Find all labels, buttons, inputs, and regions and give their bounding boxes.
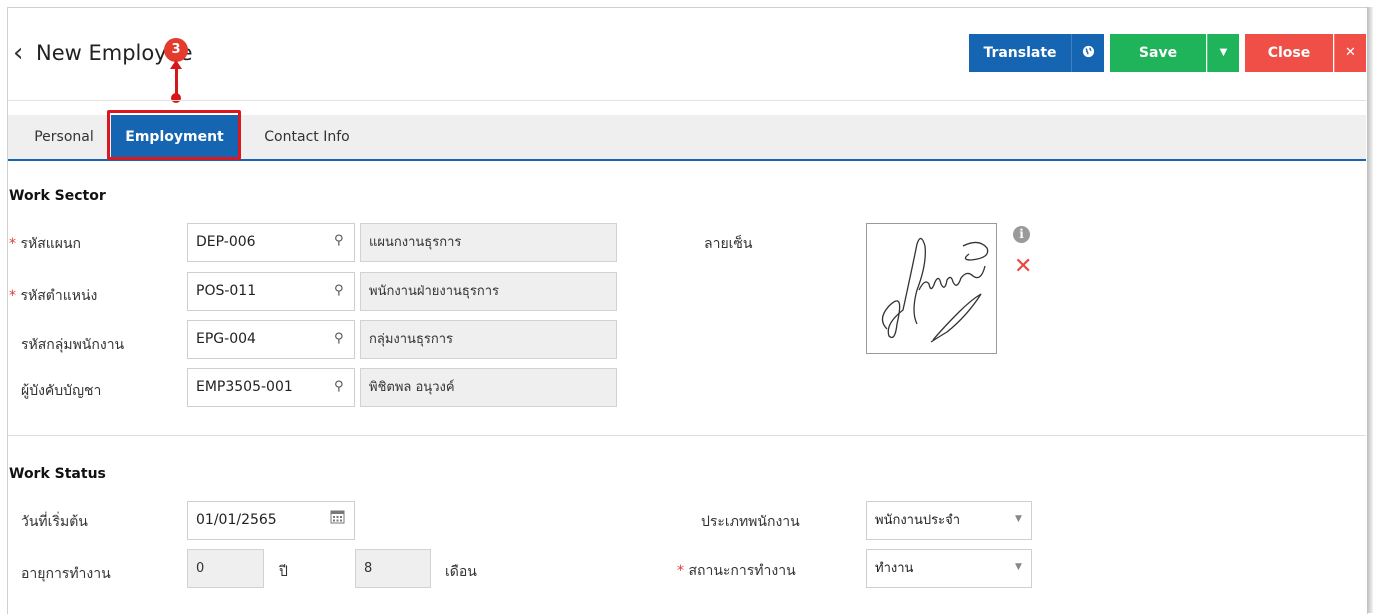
search-icon[interactable]: ⚲ bbox=[334, 233, 344, 248]
employee-type-select[interactable]: พนักงานประจำ bbox=[866, 501, 1032, 540]
employee-group-input[interactable]: EPG-004 bbox=[187, 320, 355, 359]
position-code-value: POS-011 bbox=[196, 283, 257, 299]
months-unit-label: เดือน bbox=[445, 564, 477, 580]
years-unit-label: ปี bbox=[279, 564, 288, 580]
department-code-label: * รหัสแผนก bbox=[9, 233, 81, 255]
search-icon[interactable]: ⚲ bbox=[334, 379, 344, 394]
tab-personal[interactable]: Personal bbox=[20, 115, 108, 159]
position-code-label-text: รหัสตำแหน่ง bbox=[20, 288, 98, 304]
position-code-label: * รหัสตำแหน่ง bbox=[9, 285, 97, 307]
step-arrow-head bbox=[170, 60, 182, 69]
start-date-value: 01/01/2565 bbox=[196, 512, 277, 528]
chevron-left-icon[interactable]: ‹ bbox=[13, 38, 23, 68]
close-button[interactable]: Close bbox=[1245, 34, 1333, 72]
chevron-down-icon[interactable]: ▼ bbox=[1015, 562, 1022, 572]
work-status-label-text: สถานะการทำงาน bbox=[688, 563, 796, 579]
employee-group-label: รหัสกลุ่มพนักงาน bbox=[21, 337, 125, 353]
department-code-label-text: รหัสแผนก bbox=[20, 236, 82, 252]
close-icon[interactable]: ✕ bbox=[1334, 34, 1366, 72]
work-status-label: * สถานะการทำงาน bbox=[677, 560, 796, 582]
tenure-years-field: 0 bbox=[187, 549, 264, 588]
search-icon[interactable]: ⚲ bbox=[334, 331, 344, 346]
delete-icon[interactable]: ✕ bbox=[1014, 255, 1032, 279]
employee-type-value: พนักงานประจำ bbox=[875, 513, 960, 528]
start-date-label: วันที่เริ่มต้น bbox=[21, 514, 88, 530]
employee-group-name-field: กลุ่มงานธุรการ bbox=[360, 320, 617, 359]
required-mark: * bbox=[9, 288, 16, 304]
employee-type-label: ประเภทพนักงาน bbox=[701, 514, 800, 530]
supervisor-code-value: EMP3505-001 bbox=[196, 379, 293, 395]
translate-button[interactable]: Translate bbox=[969, 34, 1071, 72]
step-arrow-dot bbox=[171, 93, 181, 103]
calendar-icon[interactable] bbox=[330, 509, 345, 528]
section-divider bbox=[8, 435, 1366, 436]
signature-drawing bbox=[881, 237, 989, 343]
globe-icon-svg bbox=[1082, 45, 1094, 58]
header-divider bbox=[8, 100, 1366, 101]
tenure-label: อายุการทำงาน bbox=[21, 566, 111, 582]
caret-down-icon[interactable]: ▼ bbox=[1207, 34, 1239, 72]
info-icon[interactable]: i bbox=[1013, 226, 1030, 243]
globe-icon[interactable] bbox=[1071, 34, 1104, 72]
work-status-value: ทำงาน bbox=[875, 561, 914, 576]
calendar-icon-svg bbox=[330, 510, 345, 524]
position-code-input[interactable]: POS-011 bbox=[187, 272, 355, 311]
tab-contact-info[interactable]: Contact Info bbox=[252, 115, 362, 159]
tab-highlight-box bbox=[107, 110, 241, 160]
save-button[interactable]: Save bbox=[1110, 34, 1206, 72]
department-name-field: แผนกงานธุรการ bbox=[360, 223, 617, 262]
department-code-value: DEP-006 bbox=[196, 234, 256, 250]
signature-label: ลายเซ็น bbox=[704, 236, 753, 252]
employee-group-value: EPG-004 bbox=[196, 331, 256, 347]
supervisor-code-input[interactable]: EMP3505-001 bbox=[187, 368, 355, 407]
tenure-months-field: 8 bbox=[355, 549, 431, 588]
step-badge: 3 bbox=[164, 38, 188, 62]
supervisor-label: ผู้บังคับบัญชา bbox=[21, 383, 102, 399]
supervisor-name-field: พิชิตพล อนุวงค์ bbox=[360, 368, 617, 407]
position-name-field: พนักงานฝ่ายงานธุรการ bbox=[360, 272, 617, 311]
required-mark: * bbox=[677, 563, 684, 579]
work-sector-title: Work Sector bbox=[9, 188, 106, 204]
window-shadow bbox=[1367, 7, 1373, 613]
chevron-down-icon[interactable]: ▼ bbox=[1015, 514, 1022, 524]
department-code-input[interactable]: DEP-006 bbox=[187, 223, 355, 262]
step-arrow-line bbox=[175, 65, 178, 95]
work-status-select[interactable]: ทำงาน bbox=[866, 549, 1032, 588]
search-icon[interactable]: ⚲ bbox=[334, 283, 344, 298]
required-mark: * bbox=[9, 236, 16, 252]
work-status-title: Work Status bbox=[9, 466, 106, 482]
signature-image[interactable] bbox=[866, 223, 997, 354]
